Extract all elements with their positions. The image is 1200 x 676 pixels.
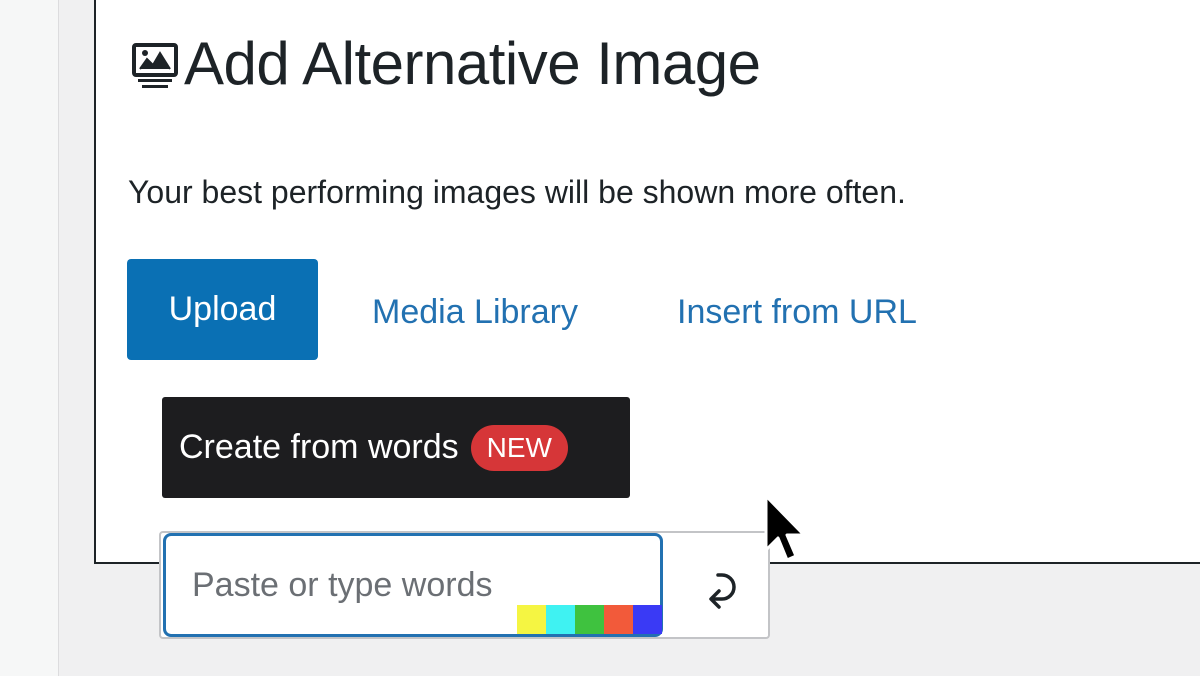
dialog-title: Add Alternative Image [184,30,761,97]
upload-button[interactable]: Upload [127,259,318,360]
swatch-orange [604,605,633,634]
new-badge: NEW [470,424,568,471]
dialog-header: Add Alternative Image [130,28,761,100]
swatch-cyan [546,605,575,634]
create-from-words-label: Create from words [179,428,459,466]
return-arrow-icon [709,573,736,609]
admin-sidebar-edge [0,0,59,676]
swatch-yellow [517,605,546,634]
mouse-pointer-icon [764,494,806,562]
swatch-blue [633,605,662,634]
image-gallery-icon [132,43,178,88]
color-swatches [517,605,662,634]
create-from-words-button[interactable]: Create from words NEW [162,397,630,498]
page: Add Alternative Image Your best performi… [0,0,1200,676]
submit-words-button[interactable] [670,540,766,634]
dialog-description: Your best performing images will be show… [128,174,906,210]
media-library-link[interactable]: Media Library [372,290,578,334]
swatch-green [575,605,604,634]
insert-from-url-link[interactable]: Insert from URL [677,290,917,334]
